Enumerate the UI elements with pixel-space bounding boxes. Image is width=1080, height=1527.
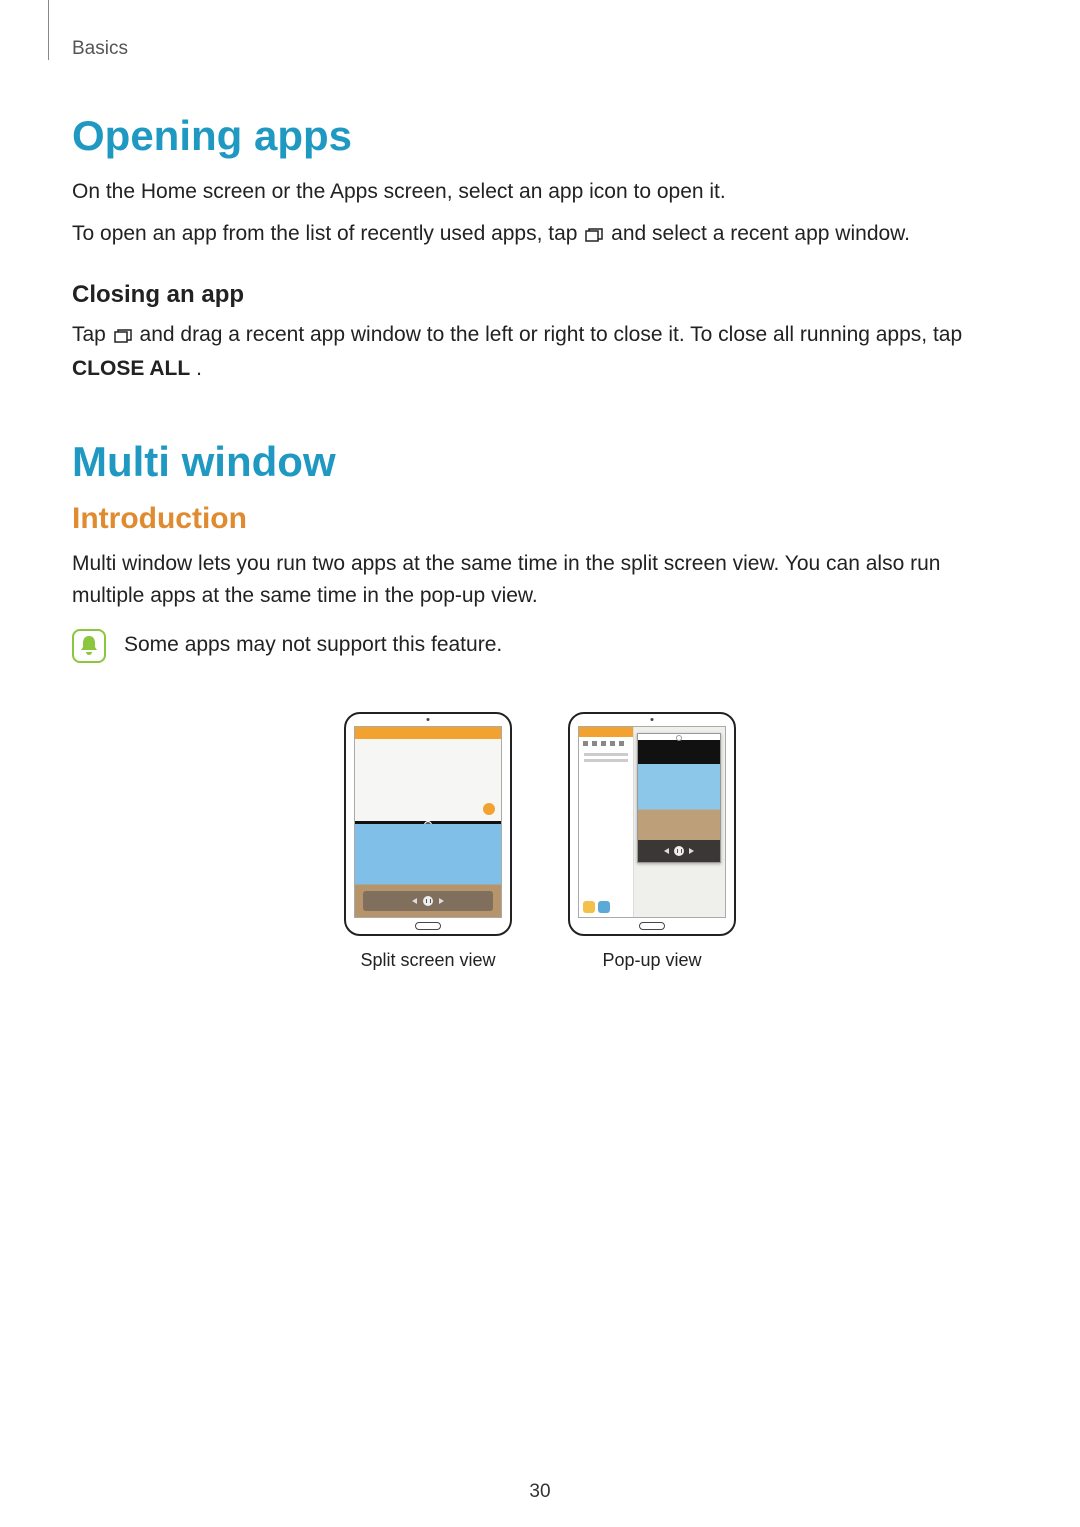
- toolbar-icon: [610, 741, 615, 746]
- list-line: [584, 753, 628, 756]
- list-line: [584, 759, 628, 762]
- text-fragment: and drag a recent app window to the left…: [140, 323, 963, 346]
- pause-icon: [423, 896, 433, 906]
- page-content: Basics Opening apps On the Home screen o…: [0, 0, 1080, 1011]
- tablet-frame: [344, 712, 512, 936]
- tablet-screen: [354, 726, 502, 918]
- page-left-rule: [48, 0, 49, 60]
- prev-icon: [412, 898, 417, 904]
- home-button-icon: [639, 922, 665, 930]
- fab-icon: [483, 803, 495, 815]
- popup-window: [637, 733, 721, 863]
- next-icon: [689, 848, 694, 854]
- paragraph-recent-apps: To open an app from the list of recently…: [72, 218, 1008, 252]
- popup-sidebar: [579, 727, 634, 917]
- recent-apps-icon: [114, 321, 132, 353]
- popup-handle-icon: [638, 734, 720, 740]
- video-letterbox: [638, 740, 720, 764]
- tablet-camera-icon: [651, 718, 654, 721]
- breadcrumb: Basics: [72, 38, 1008, 60]
- recent-apps-icon: [585, 220, 603, 252]
- dock-app-icon: [598, 901, 610, 913]
- text-fragment: Tap: [72, 323, 112, 346]
- split-bottom-app: [355, 824, 501, 918]
- app-dock: [583, 901, 610, 913]
- device-popup-view: Pop-up view: [568, 712, 736, 971]
- page-number: 30: [529, 1481, 550, 1503]
- prev-icon: [664, 848, 669, 854]
- note-callout: Some apps may not support this feature.: [72, 629, 1008, 668]
- home-button-icon: [415, 922, 441, 930]
- video-frame: [638, 764, 720, 840]
- paragraph-closing-app: Tap and drag a recent app window to the …: [72, 319, 1008, 384]
- toolbar-icon: [583, 741, 588, 746]
- close-all-label: CLOSE ALL: [72, 357, 190, 380]
- toolbar-icons: [579, 737, 633, 750]
- bell-icon: [72, 629, 106, 668]
- popup-background: [579, 727, 725, 917]
- text-fragment: and select a recent app window.: [611, 222, 910, 245]
- app-bar: [355, 727, 501, 739]
- toolbar-icon: [601, 741, 606, 746]
- video-controls: [638, 840, 720, 862]
- heading-closing-app: Closing an app: [72, 281, 1008, 309]
- tablet-camera-icon: [427, 718, 430, 721]
- app-bar: [579, 727, 633, 737]
- heading-opening-apps: Opening apps: [72, 112, 1008, 160]
- paragraph-multi-window-intro: Multi window lets you run two apps at th…: [72, 548, 1008, 611]
- toolbar-icon: [592, 741, 597, 746]
- text-fragment: .: [196, 357, 202, 380]
- device-split-screen: Split screen view: [344, 712, 512, 971]
- split-top-app: [355, 727, 501, 824]
- caption-popup-view: Pop-up view: [602, 950, 701, 971]
- next-icon: [439, 898, 444, 904]
- paragraph-open-app: On the Home screen or the Apps screen, s…: [72, 176, 1008, 208]
- dock-app-icon: [583, 901, 595, 913]
- caption-split-screen: Split screen view: [360, 950, 495, 971]
- heading-multi-window: Multi window: [72, 438, 1008, 486]
- tablet-frame: [568, 712, 736, 936]
- toolbar-icon: [619, 741, 624, 746]
- device-illustrations: Split screen view: [72, 712, 1008, 971]
- tablet-screen: [578, 726, 726, 918]
- heading-introduction: Introduction: [72, 502, 1008, 536]
- text-fragment: To open an app from the list of recently…: [72, 222, 583, 245]
- video-controls: [363, 891, 493, 911]
- pause-icon: [674, 846, 684, 856]
- note-text: Some apps may not support this feature.: [124, 629, 502, 657]
